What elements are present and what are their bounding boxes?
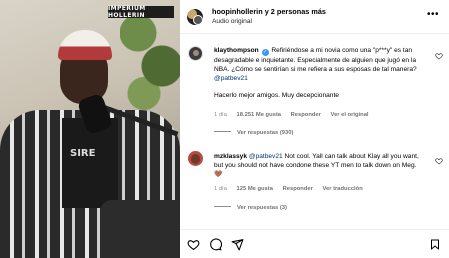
comment-like-icon[interactable] <box>435 52 443 62</box>
heart-icon[interactable] <box>186 237 200 251</box>
comment-meta: 1 día 125 Me gusta Responder Ver traducc… <box>214 186 371 192</box>
action-bar <box>180 229 449 258</box>
comment-like-icon[interactable] <box>435 157 443 167</box>
cap <box>58 30 112 60</box>
view-replies-button[interactable]: Ver respuestas (3) <box>214 205 287 211</box>
comment-mention[interactable]: @patbev21 <box>249 153 283 160</box>
comment-icon[interactable] <box>208 237 222 251</box>
post-header: hoopinhollerin y 2 personas más Audio or… <box>180 0 449 34</box>
comment-likes[interactable]: 125 Me gusta <box>237 186 273 192</box>
comment-likes[interactable]: 18.251 Me gusta <box>237 112 281 118</box>
audio-label[interactable]: Audio original <box>212 18 252 25</box>
post-media[interactable]: IMPERIUM HOLLERIN SIRE <box>0 0 180 258</box>
bookmark-icon[interactable] <box>428 237 442 251</box>
comment-username[interactable]: mzklassyk <box>214 153 247 160</box>
comment-time: 1 día <box>214 112 227 118</box>
comment-body: mzklassyk @patbev21 Not cool. Yall can t… <box>214 152 419 179</box>
see-original-button[interactable]: Ver el original <box>331 112 369 118</box>
comment-body: klaythompson ✓ Refiriéndose a mi novia c… <box>214 46 419 100</box>
comment-text-2: Hacerlo mejor amigos. Muy decepcionante <box>214 92 339 99</box>
post-author[interactable]: hoopinhollerin y 2 personas más <box>212 7 326 16</box>
pants <box>100 200 180 258</box>
view-replies-button[interactable]: Ver respuestas (930) <box>214 130 293 136</box>
comment-time: 1 día <box>214 186 227 192</box>
comment-avatar[interactable] <box>188 151 203 166</box>
header-avatar[interactable] <box>187 9 203 25</box>
shirt-text: SIRE <box>70 148 96 159</box>
comment-mention[interactable]: @patbev21 <box>214 75 248 82</box>
share-icon[interactable] <box>230 237 244 251</box>
reply-button[interactable]: Responder <box>291 112 321 118</box>
comment-meta: 1 día 18.251 Me gusta Responder Ver el o… <box>214 112 377 118</box>
see-translation-button[interactable]: Ver traducción <box>322 186 362 192</box>
comment-avatar[interactable] <box>188 46 203 61</box>
verified-icon: ✓ <box>261 49 269 56</box>
more-options-icon[interactable]: ••• <box>427 10 439 20</box>
comments-panel: hoopinhollerin y 2 personas más Audio or… <box>180 0 449 258</box>
comment-username[interactable]: klaythompson <box>214 47 259 54</box>
overlay-logo: IMPERIUM HOLLERIN <box>108 5 174 19</box>
reply-button[interactable]: Responder <box>283 186 313 192</box>
